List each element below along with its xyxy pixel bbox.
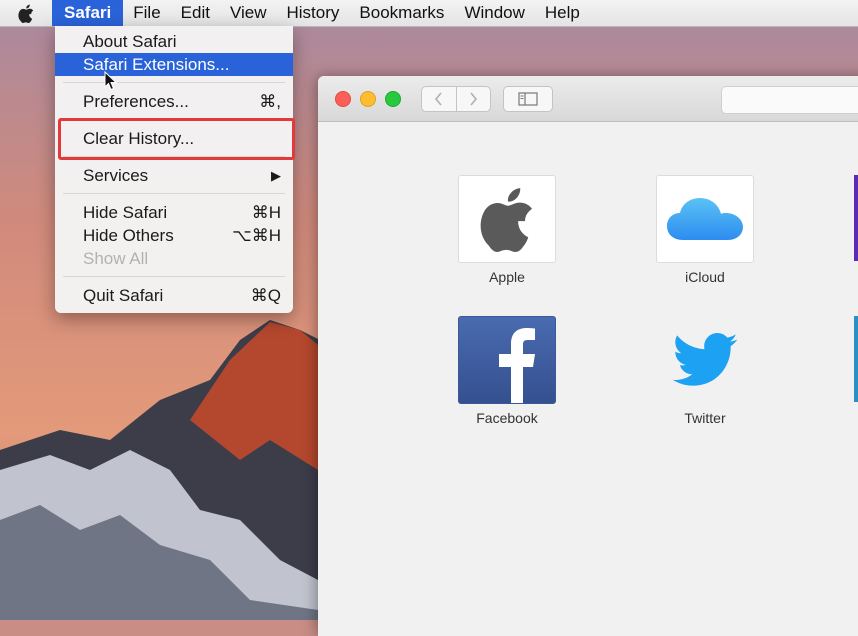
facebook-icon (459, 317, 555, 403)
menu-item-show-all: Show All (83, 249, 149, 268)
menu-item-quit-safari[interactable]: Quit Safari ⌘Q (55, 284, 293, 307)
safari-window: Apple iCloud Facebook Twitter (318, 76, 858, 636)
menu-bookmarks[interactable]: Bookmarks (349, 0, 454, 26)
menu-item-hide-others[interactable]: Hide Others ⌥⌘H (55, 224, 293, 247)
menu-help[interactable]: Help (535, 0, 590, 26)
menu-file[interactable]: File (123, 0, 170, 26)
menu-item-safari-extensions[interactable]: Safari Extensions... (55, 53, 293, 76)
safari-dropdown-menu: About Safari Safari Extensions... Prefer… (55, 26, 293, 313)
menu-safari[interactable]: Safari (52, 0, 124, 26)
sidebar-icon (518, 92, 538, 106)
navigation-buttons (421, 86, 491, 112)
back-chevron-icon[interactable] (422, 87, 456, 111)
twitter-bird-icon (672, 333, 738, 386)
partial-favorite-tile[interactable] (854, 316, 858, 402)
menu-item-hide-safari[interactable]: Hide Safari ⌘H (55, 201, 293, 224)
shortcut-label: ⌥⌘H (232, 226, 281, 245)
mouse-cursor-icon (104, 71, 118, 91)
shortcut-label: ⌘Q (250, 286, 281, 305)
submenu-arrow-icon: ▶ (271, 168, 281, 183)
menu-history[interactable]: History (277, 0, 350, 26)
minimize-window-button[interactable] (360, 91, 376, 107)
shortcut-label: ⌘, (259, 92, 281, 111)
menu-bar: Safari File Edit View History Bookmarks … (0, 0, 858, 27)
close-window-button[interactable] (335, 91, 351, 107)
apple-logo-icon (480, 188, 533, 252)
menu-view[interactable]: View (220, 0, 277, 26)
favorite-twitter[interactable]: Twitter (656, 316, 754, 426)
favorite-label: Apple (489, 269, 525, 285)
partial-favorite-tile[interactable] (854, 175, 858, 261)
zoom-window-button[interactable] (385, 91, 401, 107)
favorite-apple[interactable]: Apple (458, 175, 556, 285)
menu-item-preferences[interactable]: Preferences... ⌘, (55, 90, 293, 113)
menu-edit[interactable]: Edit (171, 0, 220, 26)
forward-chevron-icon[interactable] (455, 87, 491, 111)
menu-item-services[interactable]: Services ▶ (55, 164, 293, 187)
address-bar[interactable] (721, 86, 858, 114)
menu-window[interactable]: Window (454, 0, 534, 26)
favorite-label: iCloud (685, 269, 725, 285)
window-toolbar (318, 76, 858, 122)
annotation-highlight-box (58, 118, 295, 160)
favorite-label: Facebook (476, 410, 538, 426)
menu-separator (63, 276, 285, 277)
menu-separator (63, 82, 285, 83)
icloud-icon (667, 198, 743, 240)
menu-separator (63, 193, 285, 194)
favorite-icloud[interactable]: iCloud (656, 175, 754, 285)
sidebar-toggle-button[interactable] (503, 86, 553, 112)
menu-item-about-safari[interactable]: About Safari (55, 30, 293, 53)
shortcut-label: ⌘H (251, 203, 281, 222)
apple-menu-icon[interactable] (0, 0, 52, 26)
favorite-label: Twitter (684, 410, 726, 426)
favorite-facebook[interactable]: Facebook (458, 316, 556, 426)
